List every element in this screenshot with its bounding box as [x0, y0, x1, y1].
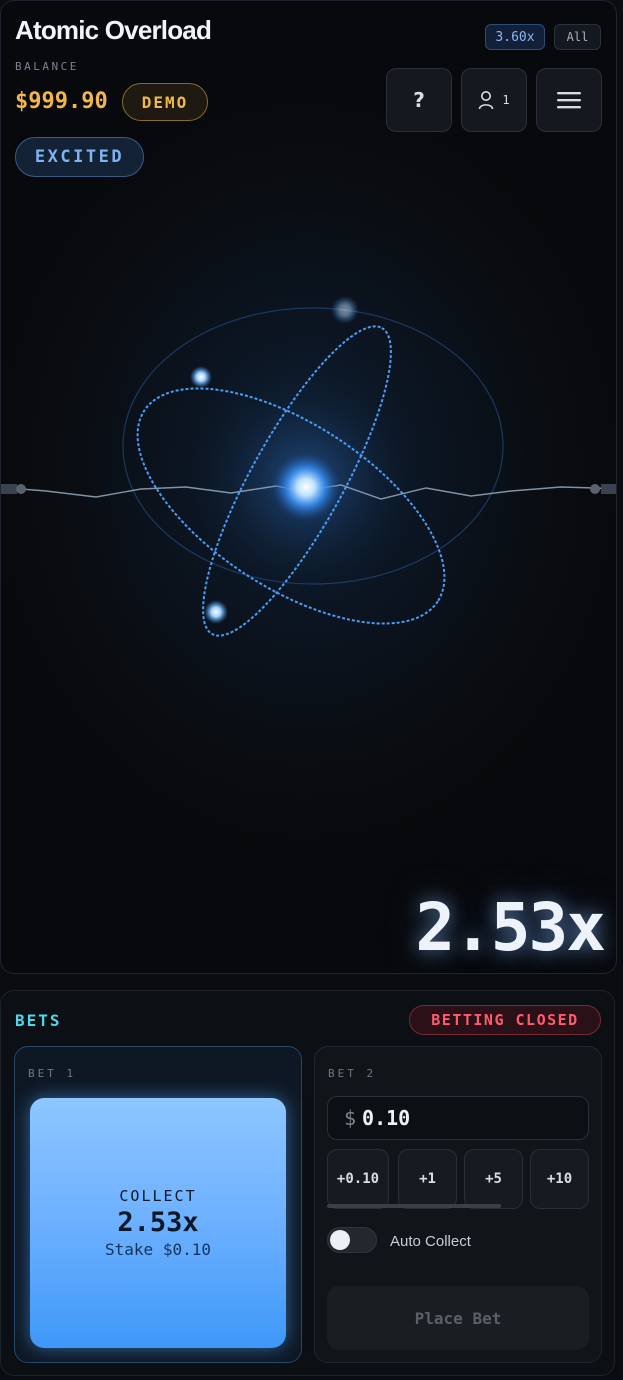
auto-collect-label: Auto Collect [390, 1233, 471, 1250]
bet-1-card: BET 1 COLLECT 2.53x Stake $0.10 [14, 1046, 302, 1363]
quick-add-0-10-button[interactable]: +0.10 [327, 1149, 389, 1209]
bets-title: BETS [15, 1011, 62, 1030]
auto-collect-toggle[interactable] [327, 1227, 377, 1253]
bet-amount-input[interactable]: $ 0.10 [327, 1096, 589, 1140]
app-title: Atomic Overload [15, 15, 212, 45]
quick-add-10-button[interactable]: +10 [530, 1149, 589, 1209]
collect-label: COLLECT [119, 1187, 197, 1205]
demo-badge: DEMO [122, 83, 208, 121]
quick-add-5-button[interactable]: +5 [464, 1149, 523, 1209]
help-button[interactable]: ? [386, 68, 452, 132]
stake-text: Stake $0.10 [105, 1240, 211, 1259]
bets-panel: BETS BETTING CLOSED BET 1 COLLECT 2.53x … [0, 990, 615, 1376]
state-badge: EXCITED [15, 137, 144, 177]
players-count: 1 [502, 93, 510, 107]
bet-1-label: BET 1 [28, 1067, 77, 1080]
multiplier-history-pill[interactable]: 3.60x [485, 24, 545, 50]
user-icon [479, 91, 494, 110]
balance-value: $999.90 [15, 89, 108, 114]
bet-2-label: BET 2 [328, 1067, 377, 1080]
all-filter-pill[interactable]: All [554, 24, 601, 50]
balance-label: BALANCE [15, 60, 79, 73]
bet-amount-value: 0.10 [362, 1106, 411, 1130]
quick-add-1-button[interactable]: +1 [398, 1149, 457, 1209]
players-button[interactable]: 1 [461, 68, 527, 132]
quick-bar-indicator [327, 1204, 501, 1208]
collect-value: 2.53x [117, 1207, 199, 1238]
menu-icon [557, 92, 581, 109]
toggle-knob [330, 1230, 350, 1250]
game-area: Atomic Overload BALANCE $999.90 DEMO EXC… [0, 0, 617, 974]
bet-2-card: BET 2 $ 0.10 +0.10 +1 +5 +10 Auto Collec… [314, 1046, 602, 1363]
collect-button[interactable]: COLLECT 2.53x Stake $0.10 [30, 1098, 286, 1348]
current-multiplier: 2.53x [415, 889, 606, 966]
place-bet-button[interactable]: Place Bet [327, 1286, 589, 1350]
currency-symbol: $ [344, 1106, 357, 1130]
betting-status-badge: BETTING CLOSED [409, 1005, 601, 1035]
menu-button[interactable] [536, 68, 602, 132]
